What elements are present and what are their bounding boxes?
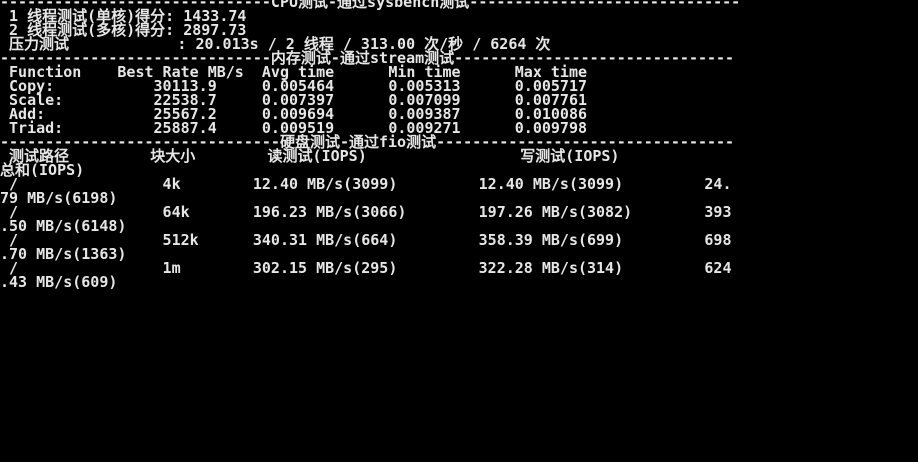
terminal-window[interactable]: ------------------------------CPU测试-通过sy… xyxy=(0,0,918,462)
